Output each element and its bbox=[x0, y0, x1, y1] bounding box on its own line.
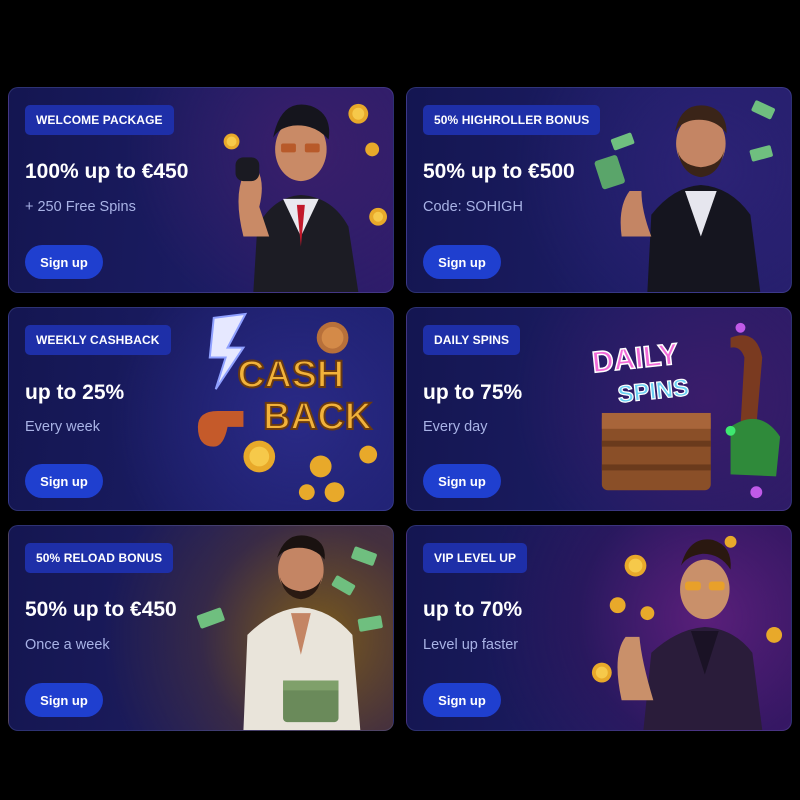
sign-up-button[interactable]: Sign up bbox=[25, 464, 103, 498]
promo-headline: 100% up to €450 bbox=[25, 160, 189, 183]
art-spins-text: SPINS bbox=[616, 374, 690, 408]
promo-subtext: Level up faster bbox=[423, 637, 519, 653]
promo-headline: up to 70% bbox=[423, 598, 523, 621]
promo-badge: WEEKLY CASHBACK bbox=[25, 325, 171, 355]
sign-up-button[interactable]: Sign up bbox=[25, 245, 103, 279]
art-back-text: BACK bbox=[263, 395, 372, 437]
promo-headline: 50% up to €500 bbox=[423, 160, 575, 183]
promo-card-highroller-bonus[interactable]: 50% HIGHROLLER BONUS 50% up to €500 Code… bbox=[406, 87, 792, 293]
sign-up-button[interactable]: Sign up bbox=[423, 245, 501, 279]
sign-up-button[interactable]: Sign up bbox=[423, 683, 501, 717]
promo-card-weekly-cashback[interactable]: WEEKLY CASHBACK up to 25% Every week Sig… bbox=[8, 307, 394, 511]
promo-card-vip-level-up[interactable]: VIP LEVEL UP up to 70% Level up faster S… bbox=[406, 525, 792, 731]
promo-badge: WELCOME PACKAGE bbox=[25, 105, 174, 135]
promo-headline: 50% up to €450 bbox=[25, 598, 177, 621]
art-cash-text: CASH bbox=[238, 353, 345, 395]
vip-man-with-coins-icon bbox=[581, 526, 791, 730]
mafia-man-with-coins-icon bbox=[183, 88, 393, 292]
promo-subtext: Once a week bbox=[25, 637, 110, 653]
promo-badge: VIP LEVEL UP bbox=[423, 543, 528, 573]
promo-subtext: Every week bbox=[25, 419, 100, 435]
promo-badge: 50% RELOAD BONUS bbox=[25, 543, 174, 573]
promo-subtext: Every day bbox=[423, 419, 488, 435]
promo-badge: DAILY SPINS bbox=[423, 325, 521, 355]
promo-headline: up to 75% bbox=[423, 381, 523, 404]
promo-subtext: + 250 Free Spins bbox=[25, 199, 136, 215]
promo-card-reload-bonus[interactable]: 50% RELOAD BONUS 50% up to €450 Once a w… bbox=[8, 525, 394, 731]
promo-subtext: Code: SOHIGH bbox=[423, 199, 523, 215]
cashback-text-icon: CASH BACK bbox=[183, 308, 393, 510]
promo-headline: up to 25% bbox=[25, 381, 125, 404]
promo-card-daily-spins[interactable]: DAILY SPINS up to 75% Every day Sign up … bbox=[406, 307, 792, 511]
daily-spins-chest-icon: DAILY SPINS bbox=[581, 308, 791, 510]
sign-up-button[interactable]: Sign up bbox=[25, 683, 103, 717]
sign-up-button[interactable]: Sign up bbox=[423, 464, 501, 498]
man-with-money-stack-icon bbox=[183, 526, 393, 730]
promo-badge: 50% HIGHROLLER BONUS bbox=[423, 105, 601, 135]
art-daily-text: DAILY bbox=[591, 338, 681, 380]
promo-card-welcome-package[interactable]: WELCOME PACKAGE 100% up to €450 + 250 Fr… bbox=[8, 87, 394, 293]
man-with-cash-icon bbox=[581, 88, 791, 292]
promo-grid: WELCOME PACKAGE 100% up to €450 + 250 Fr… bbox=[8, 87, 792, 731]
